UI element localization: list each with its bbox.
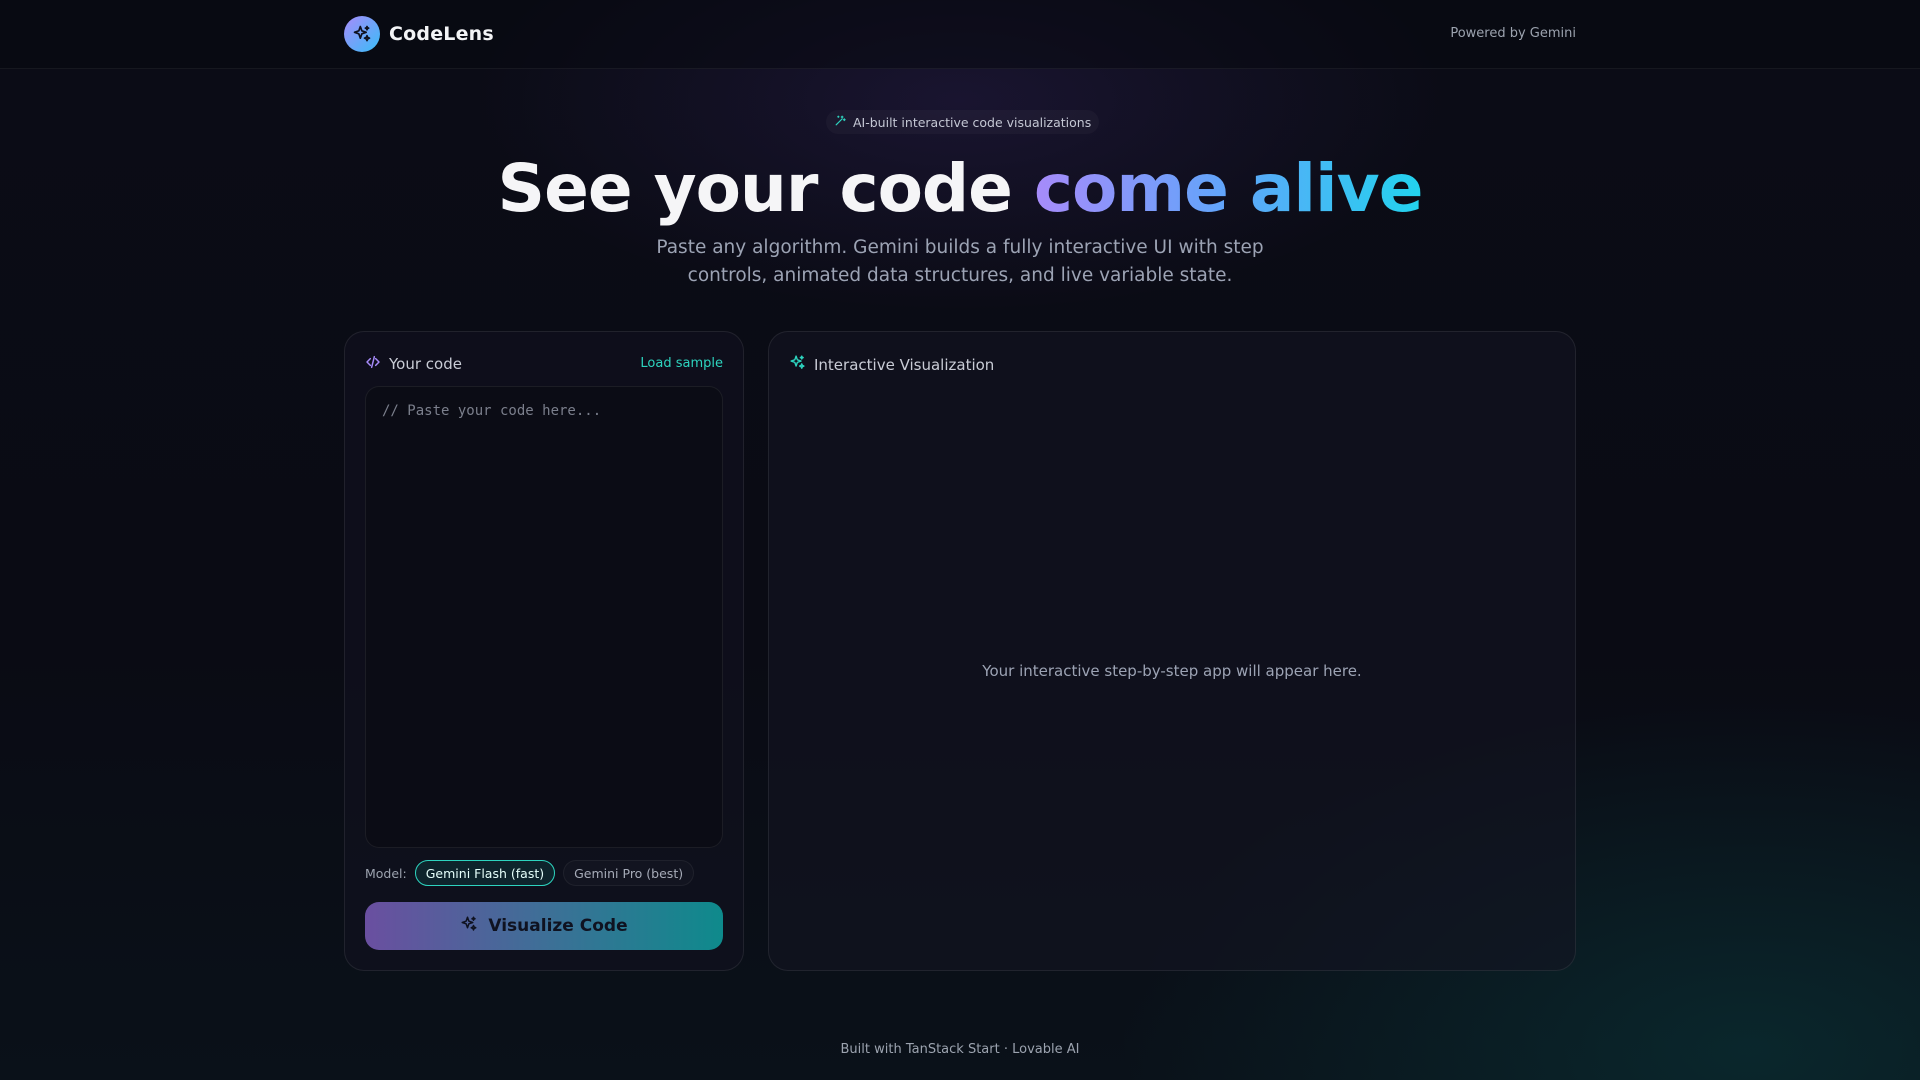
footer: Built with TanStack Start · Lovable AI <box>840 1042 1080 1057</box>
visualization-title: Interactive Visualization <box>814 355 995 374</box>
model-label: Model: <box>365 865 407 881</box>
sparkles-icon <box>460 915 478 938</box>
code-icon <box>365 354 381 374</box>
hero-title: See your code come alive <box>0 150 1920 227</box>
hero-title-plain: See your code <box>497 150 1034 227</box>
visualization-empty-state: Your interactive step-by-step app will a… <box>982 662 1362 680</box>
model-option-gemini-pro[interactable]: Gemini Pro (best) <box>563 860 695 886</box>
model-selector: Model: Gemini Flash (fast) Gemini Pro (b… <box>365 860 695 886</box>
model-option-gemini-flash[interactable]: Gemini Flash (fast) <box>414 860 556 886</box>
editor-header: Your code <box>365 354 462 374</box>
top-bar: CodeLens Powered by Gemini <box>0 0 1920 69</box>
code-input[interactable] <box>365 386 723 848</box>
sparkles-icon <box>789 354 806 375</box>
visualization-header: Interactive Visualization <box>789 354 994 375</box>
visualize-code-button[interactable]: Visualize Code <box>365 902 723 950</box>
feature-pill: AI-built interactive code visualizations <box>826 110 1099 134</box>
visualize-label: Visualize Code <box>488 916 628 936</box>
magic-wand-icon <box>834 114 847 130</box>
sparkles-icon <box>344 16 380 52</box>
code-editor-panel: Your code Load sample Model: Gemini Flas… <box>344 331 744 971</box>
hero-title-highlight: come alive <box>1033 150 1424 227</box>
powered-by: Powered by Gemini <box>1450 26 1576 41</box>
pill-text: AI-built interactive code visualizations <box>853 114 1092 130</box>
load-sample-button[interactable]: Load sample <box>640 356 723 371</box>
visualization-panel: Interactive Visualization Your interacti… <box>768 331 1576 971</box>
brand-name: CodeLens <box>389 23 494 45</box>
editor-title: Your code <box>389 355 462 373</box>
brand[interactable]: CodeLens <box>344 16 494 52</box>
hero-subtitle: Paste any algorithm. Gemini builds a ful… <box>656 237 1264 286</box>
